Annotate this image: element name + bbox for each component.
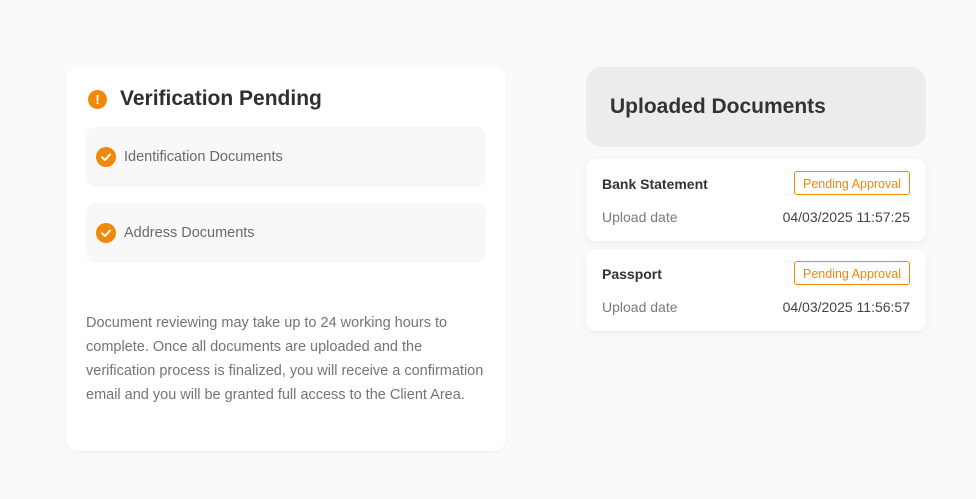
upload-date-label: Upload date	[602, 209, 678, 225]
verification-title-row: ! Verification Pending	[88, 87, 322, 111]
upload-date-label: Upload date	[602, 299, 678, 315]
status-badge: Pending Approval	[794, 261, 910, 285]
uploaded-documents-title: Uploaded Documents	[610, 95, 826, 118]
document-item-address: Address Documents	[86, 203, 486, 263]
check-circle-icon	[96, 223, 116, 243]
check-circle-icon	[96, 147, 116, 167]
document-item-identification: Identification Documents	[86, 127, 486, 187]
review-note: Document reviewing may take up to 24 wor…	[86, 315, 484, 403]
document-label: Address Documents	[124, 225, 255, 241]
verification-card: ! Verification Pending Identification Do…	[66, 67, 506, 451]
upload-date-value: 04/03/2025 11:57:25	[782, 209, 910, 225]
document-name: Passport	[602, 266, 662, 282]
uploaded-document-card: Bank Statement Pending Approval Upload d…	[586, 159, 926, 241]
document-name: Bank Statement	[602, 176, 708, 192]
status-badge: Pending Approval	[794, 171, 910, 195]
exclamation-icon: !	[88, 89, 107, 109]
uploaded-document-card: Passport Pending Approval Upload date 04…	[586, 249, 926, 331]
document-label: Identification Documents	[124, 149, 283, 165]
verification-title: Verification Pending	[120, 87, 322, 110]
uploaded-documents-header: Uploaded Documents	[586, 67, 926, 147]
upload-date-value: 04/03/2025 11:56:57	[782, 299, 910, 315]
